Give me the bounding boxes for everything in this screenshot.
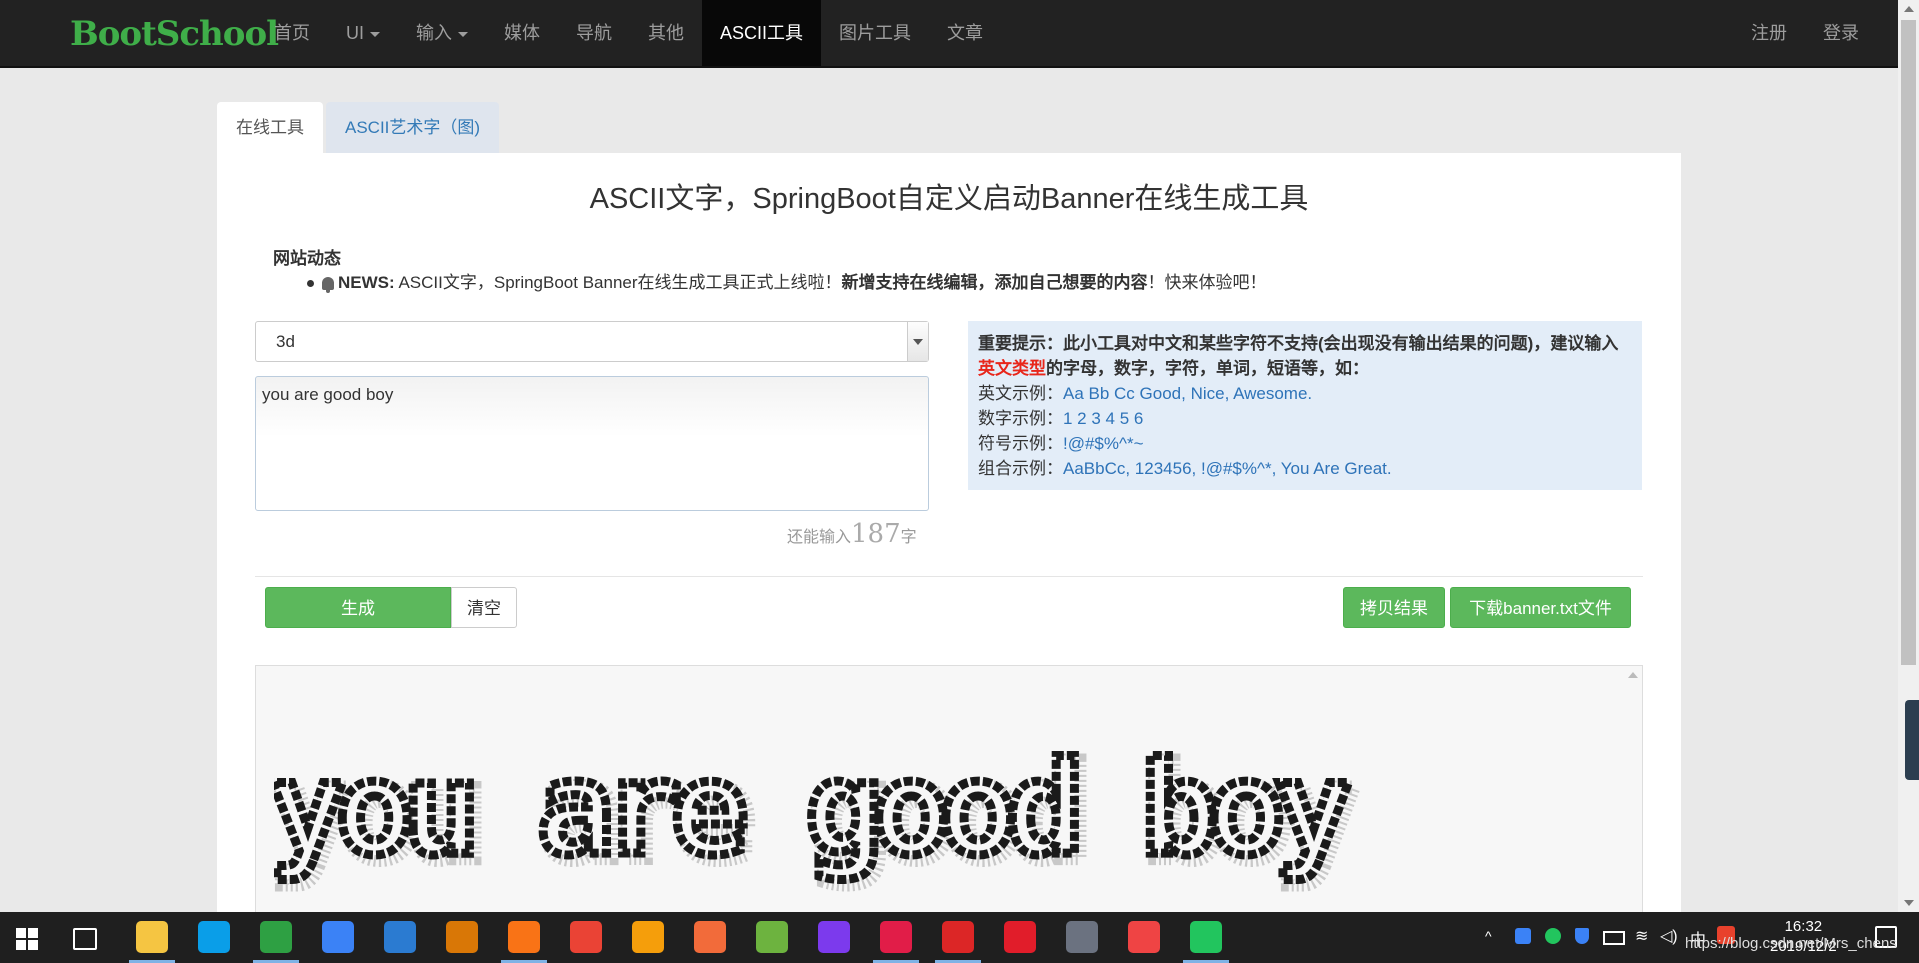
volume-icon[interactable]: ◁) — [1660, 926, 1678, 946]
vscode-icon[interactable] — [384, 921, 416, 953]
side-widget[interactable] — [1905, 700, 1919, 780]
banner-text-input[interactable]: you are good boy — [255, 376, 929, 511]
scroll-up-icon[interactable] — [1904, 6, 1914, 12]
generate-button[interactable]: 生成 — [265, 587, 451, 628]
clear-button[interactable]: 清空 — [451, 587, 517, 628]
ascii-art-banner: you are good boy you are good boy — [274, 731, 1371, 897]
chrome-icon[interactable] — [570, 921, 602, 953]
spring-icon[interactable] — [756, 921, 788, 953]
nav-menu: 首页 UI 输入 媒体 导航 其他 ASCII工具 图片工具 文章 — [256, 0, 1001, 66]
news-highlight: 新增支持在线编辑，添加自己想要的内容 — [841, 273, 1148, 292]
nav-item-ascii-tools[interactable]: ASCII工具 — [702, 0, 822, 66]
chevron-down-icon — [370, 31, 380, 37]
tab-online-tool[interactable]: 在线工具 — [217, 102, 323, 154]
nav-item-input[interactable]: 输入 — [398, 0, 486, 66]
skype-icon[interactable] — [198, 921, 230, 953]
font-select-value: 3d — [276, 332, 295, 351]
tab-ascii-art[interactable]: ASCII艺术字（图) — [326, 102, 500, 154]
firefox-icon[interactable] — [508, 921, 540, 953]
nav-item-home[interactable]: 首页 — [256, 0, 328, 66]
nav-item-navigation[interactable]: 导航 — [558, 0, 630, 66]
tool-tabs: 在线工具 ASCII艺术字（图) — [217, 102, 502, 154]
news-label: NEWS: — [338, 273, 395, 292]
netease-music-icon[interactable] — [1004, 921, 1036, 953]
nav-item-other[interactable]: 其他 — [630, 0, 702, 66]
nav-item-media[interactable]: 媒体 — [486, 0, 558, 66]
top-navbar: BootSchool 首页 UI 输入 媒体 导航 其他 ASCII工具 图片工… — [0, 0, 1898, 68]
colors-icon[interactable] — [446, 921, 478, 953]
search-tool-icon[interactable] — [632, 921, 664, 953]
chevron-up-icon[interactable]: ^ — [1485, 928, 1492, 944]
select-arrow-icon[interactable] — [907, 322, 928, 361]
intellij-icon[interactable] — [880, 921, 912, 953]
brand-logo[interactable]: BootSchool — [70, 14, 279, 54]
news-item: NEWS: ASCII文字，SpringBoot Banner在线生成工具正式上… — [307, 268, 1267, 294]
nav-item-image-tools[interactable]: 图片工具 — [821, 0, 929, 66]
tip-highlight: 英文类型 — [978, 359, 1046, 378]
divider — [255, 576, 1643, 577]
tip-example-english: 英文示例：Aa Bb Cc Good, Nice, Awesome. — [978, 384, 1313, 403]
output-scroll-up-icon[interactable] — [1628, 672, 1638, 678]
font-style-select[interactable]: 3d — [255, 321, 929, 362]
file-explorer-icon[interactable] — [136, 921, 168, 953]
watermark-text: https://blog.csdn.net/Mrs_chens — [1685, 935, 1897, 952]
clock-time: 16:32 — [1784, 918, 1823, 935]
task-view-icon[interactable] — [73, 928, 97, 950]
postman-icon[interactable] — [694, 921, 726, 953]
bullet-icon — [307, 280, 314, 288]
battery-icon[interactable] — [1603, 931, 1625, 945]
hbuilder-icon[interactable] — [260, 921, 292, 953]
remaining-count: 187 — [851, 519, 901, 549]
scroll-thumb[interactable] — [1901, 20, 1916, 665]
axure-icon[interactable] — [818, 921, 850, 953]
tip-example-symbol: 符号示例：!@#$%^*~ — [978, 434, 1144, 453]
nav-item-ui[interactable]: UI — [328, 0, 398, 66]
login-link[interactable]: 登录 — [1805, 0, 1877, 66]
news-text: ASCII文字，SpringBoot Banner在线生成工具正式上线啦！ — [398, 273, 842, 292]
windows-start-icon[interactable] — [16, 928, 38, 950]
windows-taskbar: ^ ≋ ◁) 中 16:32 2019/12/2 — [0, 912, 1919, 963]
char-counter: 还能输入187字 — [787, 519, 917, 549]
youdao-icon[interactable] — [942, 921, 974, 953]
nav-item-articles[interactable]: 文章 — [929, 0, 1001, 66]
wifi-icon[interactable]: ≋ — [1635, 926, 1648, 946]
notes-icon[interactable] — [322, 921, 354, 953]
tip-example-number: 数字示例：1 2 3 4 5 6 — [978, 409, 1144, 428]
ascii-art-text: you are good boy — [274, 735, 1349, 884]
news-text-end: ！快来体验吧！ — [1147, 273, 1267, 292]
page-title: ASCII文字，SpringBoot自定义启动Banner在线生成工具 — [589, 183, 1309, 215]
wechat-icon[interactable] — [1190, 921, 1222, 953]
tip-box: 重要提示：此小工具对中文和某些字符不支持(会出现没有输出结果的问题)，建议输入英… — [968, 321, 1642, 490]
chevron-down-icon — [458, 31, 468, 37]
tip-example-combined: 组合示例：AaBbCc, 123456, !@#$%^*, You Are Gr… — [978, 459, 1392, 478]
tray-app-icon[interactable] — [1515, 928, 1531, 944]
download-banner-button[interactable]: 下载banner.txt文件 — [1450, 587, 1631, 628]
news-heading: 网站动态 — [273, 249, 341, 268]
ascii-output[interactable]: you are good boy you are good boy — [255, 665, 1643, 915]
github-icon[interactable] — [1066, 921, 1098, 953]
tip-notice: 重要提示：此小工具对中文和某些字符不支持(会出现没有输出结果的问题)，建议输入英… — [978, 334, 1619, 378]
copy-result-button[interactable]: 拷贝结果 — [1343, 587, 1445, 628]
scroll-down-icon[interactable] — [1904, 900, 1914, 906]
register-link[interactable]: 注册 — [1733, 0, 1805, 66]
shield-icon[interactable] — [1575, 928, 1589, 944]
snail-icon[interactable] — [1128, 921, 1160, 953]
bell-icon — [322, 277, 334, 294]
nav-right: 注册 登录 — [1733, 0, 1877, 66]
wechat-tray-icon[interactable] — [1545, 928, 1561, 944]
main-panel: ASCII文字，SpringBoot自定义启动Banner在线生成工具 网站动态… — [217, 153, 1681, 915]
